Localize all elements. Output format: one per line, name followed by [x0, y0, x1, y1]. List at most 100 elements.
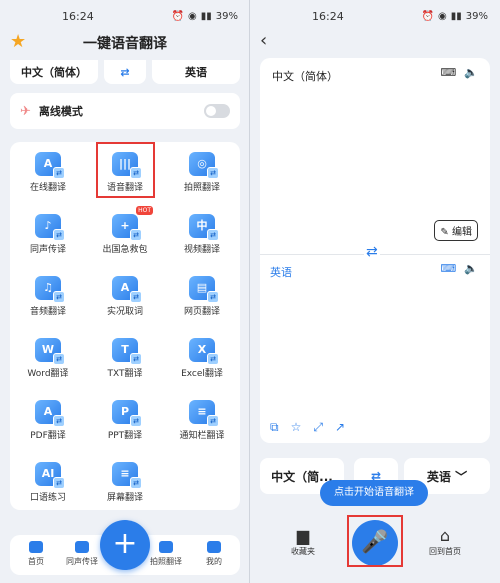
tool-label: 口语练习 — [29, 493, 66, 503]
tool-icon: ♪ ⇄ — [35, 214, 65, 241]
tool-item[interactable]: W ⇄ Word翻译 — [18, 332, 78, 390]
tool-item[interactable]: ♪ ⇄ 同声传译 — [18, 208, 78, 266]
offline-mode-row: ✈ 离线模式 — [10, 93, 240, 129]
signal-icon: ▮▮ — [200, 10, 212, 22]
nav-mine[interactable]: 我的 — [194, 541, 234, 567]
translate-badge-icon: ⇄ — [53, 167, 65, 179]
translate-badge-icon: ⇄ — [130, 477, 142, 489]
speaker-icon[interactable]: 🔈 — [464, 66, 478, 79]
status-bar: 16:24 ⏰ ◉ ▮▮ 39% — [0, 0, 250, 32]
source-language-button[interactable]: 中文（简体） — [10, 60, 98, 84]
tool-item[interactable]: ≡ ⇄ 通知栏翻译 — [172, 394, 232, 452]
tool-item[interactable]: ≡ ⇄ 屏幕翻译 — [95, 456, 155, 514]
tool-icon: 中 ⇄ — [189, 214, 219, 241]
tool-item[interactable]: A ⇄ 实况取词 — [95, 270, 155, 328]
tool-icon: T ⇄ — [112, 338, 142, 365]
tool-label: TXT翻译 — [107, 369, 143, 379]
keyboard-icon[interactable]: ⌨ — [440, 262, 456, 275]
keyboard-icon[interactable]: ⌨ — [440, 66, 456, 79]
tool-label: 音频翻译 — [29, 307, 66, 317]
signal-icon: ▮▮ — [450, 10, 462, 22]
tool-icon: A ⇄ — [35, 400, 65, 427]
copy-icon[interactable]: ⧉ — [270, 420, 279, 435]
translate-badge-icon: ⇄ — [130, 291, 142, 303]
alarm-icon: ⏰ — [171, 10, 185, 22]
translate-badge-icon: ⇄ — [130, 229, 142, 241]
swap-icon: ⇄ — [120, 65, 130, 79]
tool-icon: ▤ ⇄ — [189, 276, 219, 303]
nav-photo-translate[interactable]: 拍照翻译 — [146, 541, 186, 567]
tool-item[interactable]: X ⇄ Excel翻译 — [172, 332, 232, 390]
star-icon[interactable]: ★ — [10, 32, 26, 52]
microphone-highlight — [347, 515, 403, 567]
target-language-button[interactable]: 英语 — [152, 60, 240, 84]
translate-badge-icon: ⇄ — [207, 229, 219, 241]
left-screen: 16:24 ⏰ ◉ ▮▮ 39% ★ 一键语音翻译 中文（简体） ⇄ 英语 ✈ 离线模… — [0, 0, 250, 583]
camera-icon — [159, 541, 173, 553]
swap-language-button[interactable]: ⇄ — [104, 60, 146, 84]
back-button[interactable]: ‹ — [250, 32, 500, 54]
tool-icon: ≡ ⇄ — [112, 462, 142, 489]
offline-mode-label: 离线模式 — [38, 105, 83, 118]
home-icon — [29, 541, 43, 553]
nav-simultaneous[interactable]: 同声传译 — [62, 541, 102, 567]
airplane-icon: ✈ — [20, 103, 31, 119]
nav-home[interactable]: 首页 — [16, 541, 56, 567]
tool-icon: ◎ ⇄ — [189, 152, 219, 179]
edit-button[interactable]: ✎ 编辑 — [434, 220, 478, 241]
swap-icon[interactable]: ⇄ — [364, 244, 380, 260]
tool-item[interactable]: A ⇄ PDF翻译 — [18, 394, 78, 452]
edit-icon: ✎ — [440, 227, 449, 238]
page-title: 一键语音翻译 — [83, 36, 167, 52]
add-button[interactable]: + — [100, 520, 150, 570]
battery-text-right: 39% — [465, 10, 488, 22]
voice-translate-highlight — [96, 142, 155, 198]
tool-item[interactable]: T ⇄ TXT翻译 — [95, 332, 155, 390]
tool-item[interactable]: A ⇄ 在线翻译 — [18, 146, 78, 204]
tool-icon: A ⇄ — [35, 152, 65, 179]
start-voice-tooltip: 点击开始语音翻译 — [320, 480, 428, 506]
tool-item[interactable]: 中 ⇄ 视频翻译 — [172, 208, 232, 266]
translate-badge-icon: ⇄ — [53, 477, 65, 489]
translate-badge-icon: ⇄ — [207, 167, 219, 179]
tool-item[interactable]: ◎ ⇄ 拍照翻译 — [172, 146, 232, 204]
tool-label: 同声传译 — [29, 245, 66, 255]
tool-icon: A ⇄ — [112, 276, 142, 303]
return-home-icon: ⌂ — [439, 526, 451, 545]
tool-item[interactable]: ▤ ⇄ 网页翻译 — [172, 270, 232, 328]
favorites-button[interactable]: ▆ 收藏夹 — [278, 526, 328, 557]
battery-text: 39% — [215, 10, 238, 22]
tool-label: 拍照翻译 — [183, 183, 220, 193]
tool-label: PDF翻译 — [30, 431, 66, 441]
offline-mode-toggle[interactable] — [204, 104, 230, 118]
tool-item[interactable]: + ⇄ HOT 出国急救包 — [95, 206, 155, 266]
alarm-icon: ⏰ — [421, 10, 435, 22]
return-home-button[interactable]: ⌂ 回到首页 — [420, 526, 470, 557]
tool-item[interactable]: P ⇄ PPT翻译 — [95, 394, 155, 452]
tool-label: 在线翻译 — [29, 183, 66, 193]
vibrate-icon: ◉ — [438, 10, 447, 22]
status-bar-right: 16:24 ⏰ ◉ ▮▮ 39% — [250, 0, 500, 32]
expand-icon[interactable]: ⤢ — [313, 420, 323, 435]
tool-label: 通知栏翻译 — [179, 431, 225, 441]
star-icon[interactable]: ☆ — [291, 420, 302, 435]
tool-label: 网页翻译 — [183, 307, 220, 317]
translate-badge-icon: ⇄ — [207, 415, 219, 427]
translate-badge-icon: ⇄ — [130, 415, 142, 427]
tool-label: 出国急救包 — [102, 245, 148, 255]
chat-icon — [75, 541, 89, 553]
target-language-label: 英语 — [270, 266, 292, 279]
tool-label: 屏幕翻译 — [106, 493, 143, 503]
tool-label: 视频翻译 — [183, 245, 220, 255]
share-icon[interactable]: ↗ — [335, 420, 345, 435]
tool-item[interactable]: AI ⇄ 口语练习 — [18, 456, 78, 514]
speaker-icon[interactable]: 🔈 — [464, 262, 478, 275]
tool-label: PPT翻译 — [107, 431, 143, 441]
tool-label: Word翻译 — [27, 369, 69, 379]
tool-item[interactable]: ♫ ⇄ 音频翻译 — [18, 270, 78, 328]
tool-label: 实况取词 — [106, 307, 143, 317]
translation-card: 中文（简体） ⌨ 🔈 ✎ 编辑 ⇄ 英语 ⌨ 🔈 ⧉ ☆ ⤢ ↗ — [260, 58, 490, 443]
vibrate-icon: ◉ — [188, 10, 197, 22]
tool-label: Excel翻译 — [181, 369, 223, 379]
chevron-left-icon: ‹ — [260, 30, 268, 51]
